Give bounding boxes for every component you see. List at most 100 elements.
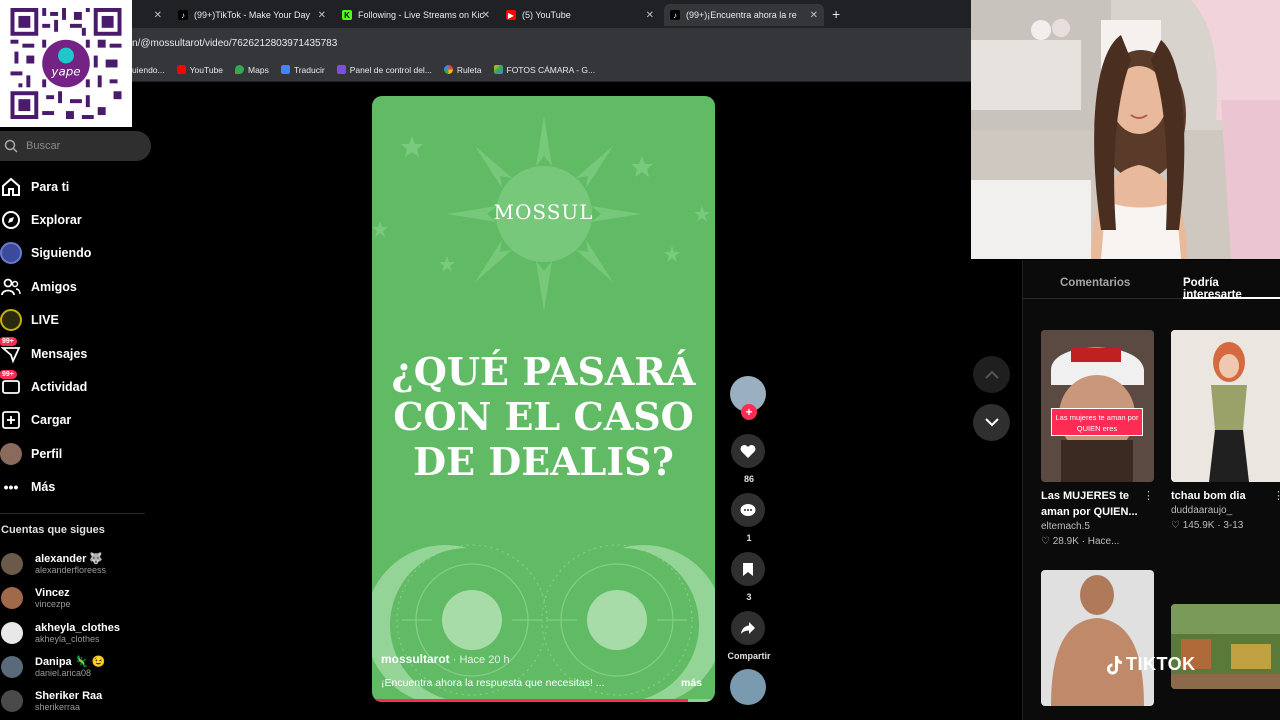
- friends-icon: [0, 276, 22, 298]
- browser-tab-active[interactable]: ♪ (99+)¡Encuentra ahora la re ✕: [664, 4, 824, 26]
- maps-icon: [235, 65, 245, 74]
- bookmark-item[interactable]: Maps: [235, 65, 269, 75]
- more-options-icon[interactable]: ⋮: [1143, 489, 1154, 502]
- video-thumbnail[interactable]: [1171, 604, 1280, 689]
- card-author[interactable]: duddaaraujo_: [1171, 505, 1280, 516]
- sidebar-item-mas[interactable]: ••• Más: [0, 471, 150, 504]
- roulette-icon: [443, 65, 453, 74]
- video-thumbnail[interactable]: [1041, 570, 1154, 706]
- upload-icon: [0, 409, 22, 431]
- tab-title: (99+)¡Encuentra ahora la re: [686, 10, 797, 20]
- save-button[interactable]: [731, 552, 765, 586]
- suggested-video-card[interactable]: tchau bom dia duddaaraujo_ ♡ 145.9K · 3-…: [1171, 330, 1280, 531]
- yape-qr-code: yape: [0, 0, 132, 127]
- browser-tab[interactable]: ✕: [132, 4, 168, 26]
- caption-overlay: Las mujeres te aman por QUIEN eres: [1051, 408, 1143, 436]
- dashboard-icon: [336, 65, 346, 74]
- card-meta: ♡ 145.9K · 3-13: [1171, 520, 1244, 531]
- share-button[interactable]: [731, 611, 765, 645]
- follow-plus-button[interactable]: +: [741, 404, 757, 420]
- bookmarks-bar: uiendo... YouTube Maps Traducir Panel de…: [0, 58, 972, 82]
- suggested-video-card[interactable]: [1171, 604, 1280, 689]
- close-tab-icon[interactable]: ✕: [646, 10, 654, 21]
- close-tab-icon[interactable]: ✕: [154, 10, 162, 21]
- following-account[interactable]: Vincez vincezpe: [1, 583, 151, 613]
- share-label: Compartir: [727, 651, 771, 661]
- home-icon: [0, 176, 22, 198]
- svg-text:yape: yape: [50, 64, 80, 78]
- video-player[interactable]: MOSSUL ¿QUÉ PASARÁ CON EL CASO DE DEALIS…: [372, 96, 715, 702]
- video-headline: ¿QUÉ PASARÁ CON EL CASO DE DEALIS?: [391, 349, 696, 484]
- kick-icon: K: [342, 10, 352, 20]
- tab-comentarios[interactable]: Comentarios: [1060, 277, 1130, 289]
- sidebar-item-mensajes[interactable]: 99+ Mensajes: [0, 336, 150, 370]
- like-button[interactable]: [731, 434, 765, 468]
- drive-icon: [493, 65, 503, 74]
- previous-video-button[interactable]: [973, 356, 1010, 393]
- thumbnail-image: [1171, 330, 1280, 482]
- browser-tab-youtube[interactable]: ▶ (5) YouTube ✕: [500, 4, 660, 26]
- new-tab-button[interactable]: +: [832, 6, 840, 22]
- following-account[interactable]: Sheriker Raa sherikerraa: [1, 686, 151, 716]
- following-account[interactable]: akheyla_clothes akheyla_clothes: [1, 618, 151, 648]
- sidebar-item-perfil[interactable]: Perfil: [0, 437, 150, 470]
- card-author[interactable]: eltemach.5: [1041, 521, 1154, 532]
- chevron-down-icon: [984, 418, 999, 427]
- bookmark-item[interactable]: Panel de control del...: [336, 65, 432, 75]
- tab-title: (99+)TikTok - Make Your Day: [194, 10, 310, 20]
- close-tab-icon[interactable]: ✕: [482, 10, 490, 21]
- avatar: [1, 622, 23, 644]
- following-account[interactable]: Danipa 🦎 😉 daniel.arica08: [1, 652, 151, 682]
- live-icon: [0, 309, 22, 332]
- comment-button[interactable]: [731, 493, 765, 527]
- video-progress-bar[interactable]: [372, 699, 715, 702]
- divider: [0, 513, 145, 514]
- next-video-button[interactable]: [973, 404, 1010, 441]
- bookmark-item[interactable]: FOTOS CÁMARA - G...: [493, 65, 595, 75]
- compass-icon: [0, 209, 22, 231]
- search-placeholder: Buscar: [26, 140, 61, 152]
- bookmark-item[interactable]: uiendo...: [132, 65, 165, 75]
- avatar: [1, 690, 23, 712]
- messages-icon: 99+: [0, 336, 22, 365]
- sidebar-item-explorar[interactable]: Explorar: [0, 203, 150, 236]
- suggested-video-card[interactable]: Las mujeres te aman por QUIEN eres Las M…: [1041, 330, 1154, 547]
- video-author[interactable]: mossultarot · Hace 20 h: [381, 652, 510, 666]
- url-text[interactable]: n/@mossultarot/video/7626212803971435783: [132, 38, 337, 49]
- video-thumbnail[interactable]: Las mujeres te aman por QUIEN eres: [1041, 330, 1154, 482]
- tiktok-watermark: TIKTOK: [1105, 654, 1196, 675]
- screen: ✕ ♪ (99+)TikTok - Make Your Day ✕ K Foll…: [0, 0, 1280, 720]
- close-tab-icon[interactable]: ✕: [810, 10, 818, 21]
- music-disc-avatar[interactable]: [730, 669, 766, 705]
- more-link[interactable]: más: [681, 677, 702, 689]
- bookmark-item[interactable]: Traducir: [280, 65, 325, 75]
- sidebar-item-actividad[interactable]: 99+ Actividad: [0, 370, 150, 403]
- browser-tab-bar: ✕ ♪ (99+)TikTok - Make Your Day ✕ K Foll…: [0, 0, 972, 28]
- bookmark-item[interactable]: YouTube: [176, 65, 223, 75]
- close-tab-icon[interactable]: ✕: [318, 10, 326, 21]
- following-account[interactable]: alexander 🐺 alexanderfloreess: [1, 549, 151, 579]
- search-input[interactable]: Buscar: [0, 131, 151, 161]
- following-avatar-icon: [0, 242, 22, 265]
- sidebar-item-cargar[interactable]: Cargar: [0, 404, 150, 437]
- browser-tab-kick[interactable]: K Following - Live Streams on Kic ✕: [336, 4, 496, 26]
- thumbnail-image: [1171, 604, 1280, 689]
- avatar: [1, 587, 23, 609]
- video-description: ¡Encuentra ahora la respuesta que necesi…: [381, 677, 605, 689]
- sidebar-item-siguiendo[interactable]: Siguiendo: [0, 237, 150, 270]
- video-thumbnail[interactable]: [1171, 330, 1280, 482]
- sidebar-item-live[interactable]: LIVE: [0, 304, 150, 337]
- thumbnail-image: [1041, 330, 1154, 482]
- bookmark-item[interactable]: Ruleta: [443, 65, 482, 75]
- following-section-title: Cuentas que sigues: [1, 524, 105, 536]
- progress-fill: [372, 699, 688, 702]
- video-time: · Hace 20 h: [449, 654, 510, 666]
- browser-tab-tiktok[interactable]: ♪ (99+)TikTok - Make Your Day ✕: [172, 4, 332, 26]
- address-bar[interactable]: n/@mossultarot/video/7626212803971435783: [0, 28, 972, 58]
- suggested-video-card[interactable]: [1041, 570, 1154, 706]
- tiktok-icon: ♪: [670, 10, 680, 20]
- more-options-icon[interactable]: ⋮: [1273, 489, 1280, 502]
- sidebar-item-para-ti[interactable]: Para ti: [0, 170, 150, 203]
- avatar: [1, 553, 23, 575]
- sidebar-item-amigos[interactable]: Amigos: [0, 270, 150, 303]
